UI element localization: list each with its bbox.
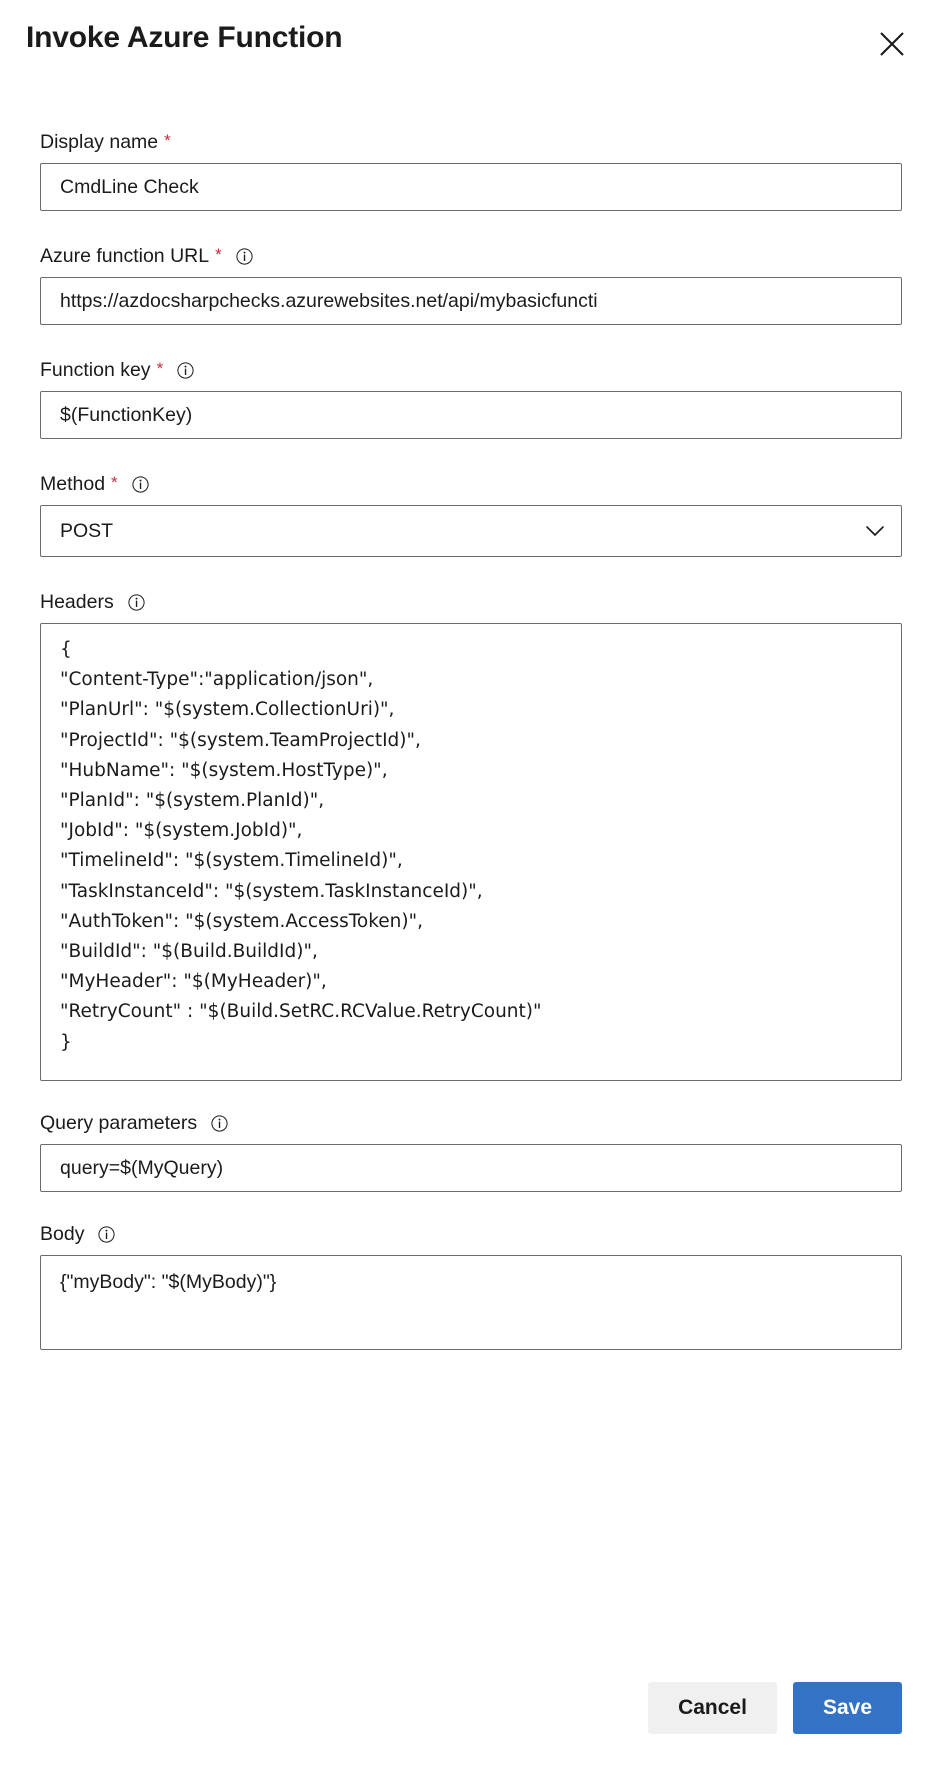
save-button[interactable]: Save: [793, 1682, 902, 1734]
body-label: Body: [40, 1222, 84, 1246]
method-selected-value: POST: [60, 506, 113, 556]
required-indicator: *: [111, 474, 118, 492]
azure-function-url-label: Azure function URL: [40, 244, 209, 268]
headers-textarea[interactable]: { "Content-Type":"application/json", "Pl…: [40, 623, 902, 1081]
field-azure-function-url: Azure function URL *: [40, 244, 902, 325]
query-parameters-label: Query parameters: [40, 1111, 197, 1135]
method-label: Method: [40, 472, 105, 496]
required-indicator: *: [215, 246, 222, 264]
required-indicator: *: [164, 132, 171, 150]
info-circle-icon[interactable]: [177, 362, 194, 379]
close-x-icon: [877, 29, 907, 59]
method-select[interactable]: POST: [40, 505, 902, 557]
function-key-label: Function key: [40, 358, 151, 382]
dialog-header: Invoke Azure Function: [0, 0, 940, 86]
function-key-label-row: Function key *: [40, 358, 902, 382]
info-circle-icon[interactable]: [236, 248, 253, 265]
method-select-wrap: POST: [40, 505, 902, 557]
field-body: Body {"myBody": "$(MyBody)"}: [40, 1222, 902, 1350]
invoke-azure-function-dialog: Invoke Azure Function Display name * Azu…: [0, 0, 940, 1778]
required-indicator: *: [157, 360, 164, 378]
display-name-input[interactable]: [40, 163, 902, 211]
field-function-key: Function key *: [40, 358, 902, 439]
cancel-button[interactable]: Cancel: [648, 1682, 777, 1734]
dialog-title: Invoke Azure Function: [26, 18, 342, 58]
query-parameters-input[interactable]: [40, 1144, 902, 1192]
display-name-label-row: Display name *: [40, 130, 902, 154]
close-button[interactable]: [870, 22, 914, 66]
field-method: Method * POST: [40, 472, 902, 557]
field-headers: Headers { "Content-Type":"application/js…: [40, 590, 902, 1081]
headers-label-row: Headers: [40, 590, 902, 614]
function-key-input[interactable]: [40, 391, 902, 439]
info-circle-icon[interactable]: [132, 476, 149, 493]
headers-label: Headers: [40, 590, 114, 614]
info-circle-icon[interactable]: [211, 1115, 228, 1132]
display-name-label: Display name: [40, 130, 158, 154]
field-display-name: Display name *: [40, 130, 902, 211]
field-query-parameters: Query parameters: [40, 1111, 902, 1192]
dialog-footer: Cancel Save: [0, 1682, 940, 1778]
azure-function-url-label-row: Azure function URL *: [40, 244, 902, 268]
azure-function-url-input[interactable]: [40, 277, 902, 325]
method-label-row: Method *: [40, 472, 902, 496]
body-textarea[interactable]: {"myBody": "$(MyBody)"}: [40, 1255, 902, 1350]
form-body: Display name * Azure function URL *: [0, 86, 940, 1682]
info-circle-icon[interactable]: [98, 1226, 115, 1243]
query-parameters-label-row: Query parameters: [40, 1111, 902, 1135]
info-circle-icon[interactable]: [128, 594, 145, 611]
body-label-row: Body: [40, 1222, 902, 1246]
